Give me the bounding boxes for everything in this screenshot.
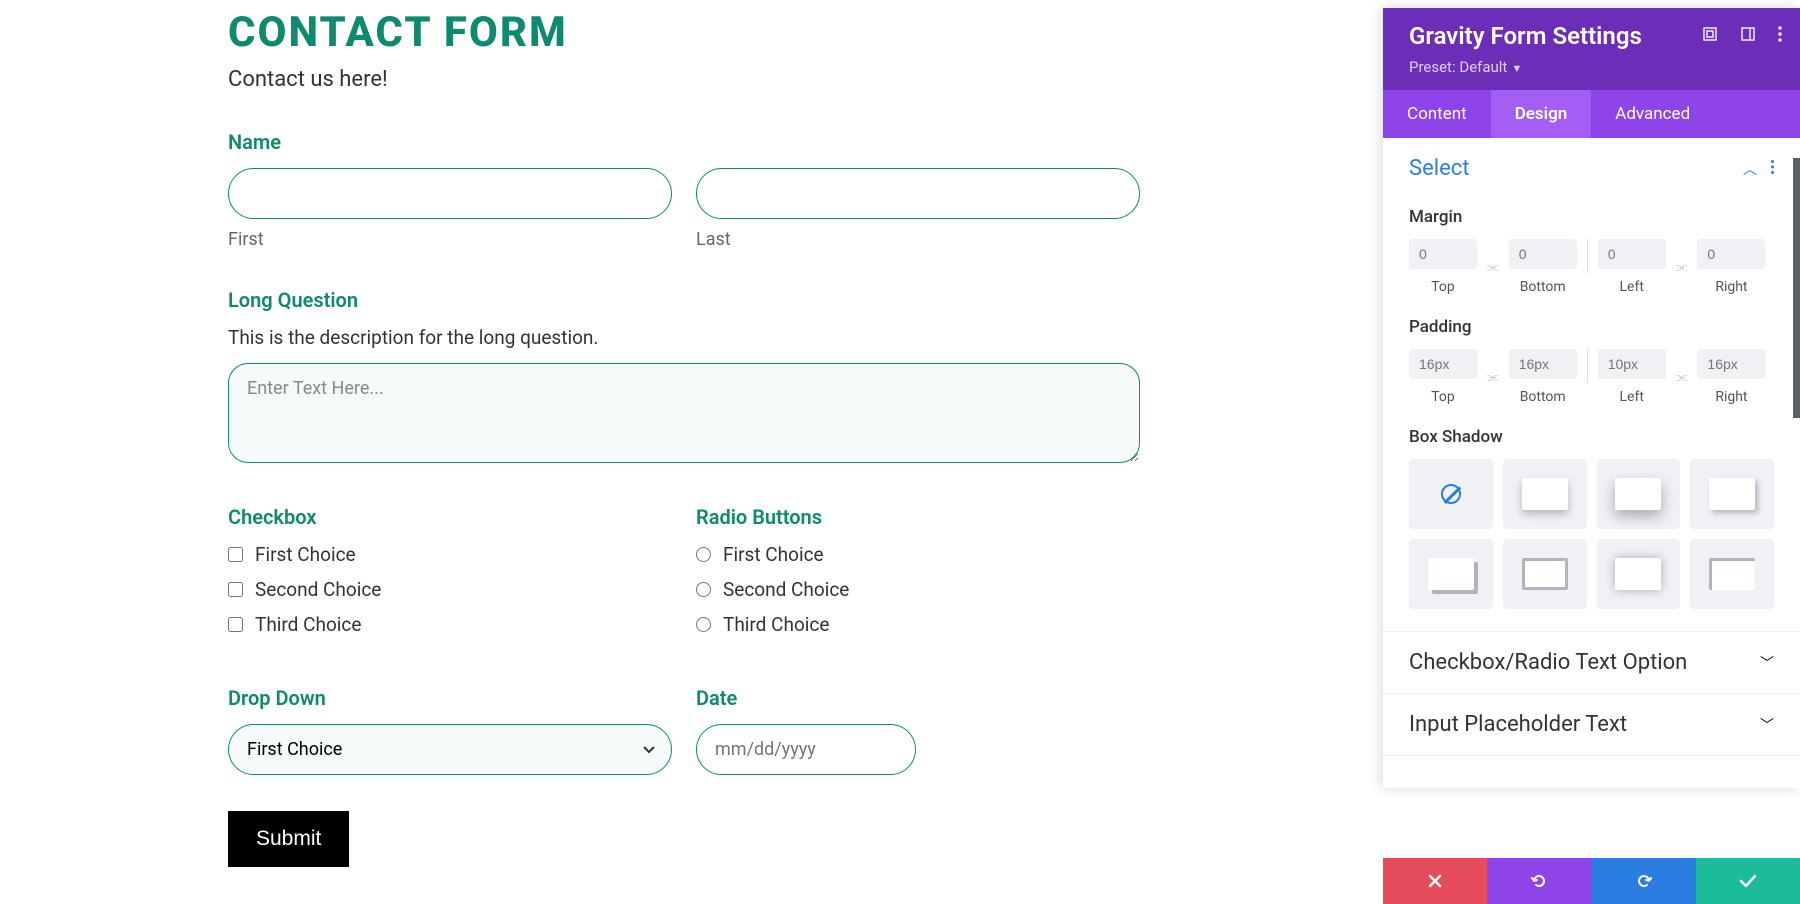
long-question-field: Long Question This is the description fo… xyxy=(228,288,1140,467)
chevron-up-icon: ︿ xyxy=(1743,159,1757,179)
long-question-textarea[interactable] xyxy=(228,363,1140,463)
link-icon[interactable]: ⫘ xyxy=(1483,260,1503,275)
action-bar xyxy=(1383,858,1800,904)
checkbox-opt-3-label: Third Choice xyxy=(255,613,361,636)
shadow-opt-5[interactable] xyxy=(1503,539,1587,609)
panel-body: Select ︿ Margin Top ⫘ Bottom Left xyxy=(1383,138,1800,788)
radio-opt-3[interactable] xyxy=(696,617,711,632)
tab-content[interactable]: Content xyxy=(1383,90,1491,138)
checkbox-opt-2[interactable] xyxy=(228,582,243,597)
box-shadow-label: Box Shadow xyxy=(1409,427,1774,447)
link-icon[interactable]: ⫘ xyxy=(1672,260,1692,275)
shadow-opt-4[interactable] xyxy=(1409,539,1493,609)
first-name-input[interactable] xyxy=(228,168,672,219)
margin-top-input[interactable] xyxy=(1409,239,1477,269)
undo-button[interactable] xyxy=(1487,858,1591,904)
section-select-header[interactable]: Select ︿ xyxy=(1383,138,1800,199)
shadow-none[interactable] xyxy=(1409,459,1493,529)
date-field: Date xyxy=(696,686,1140,775)
radio-field: Radio Buttons First Choice Second Choice… xyxy=(696,505,1140,648)
settings-panel: Gravity Form Settings Preset: Default▼ C… xyxy=(1383,8,1800,788)
padding-right-input[interactable] xyxy=(1697,349,1765,379)
dropdown-label: Drop Down xyxy=(228,686,672,710)
radio-opt-3-label: Third Choice xyxy=(723,613,829,636)
radio-label: Radio Buttons xyxy=(696,505,1140,529)
shadow-opt-1[interactable] xyxy=(1503,459,1587,529)
long-question-desc: This is the description for the long que… xyxy=(228,326,1140,349)
more-icon[interactable] xyxy=(1778,26,1782,46)
margin-bottom-input[interactable] xyxy=(1509,239,1577,269)
form-subtitle: Contact us here! xyxy=(228,67,1140,92)
dropdown-select[interactable]: First Choice xyxy=(228,724,672,775)
margin-left-input[interactable] xyxy=(1598,239,1666,269)
panel-header: Gravity Form Settings Preset: Default▼ xyxy=(1383,8,1800,90)
name-label: Name xyxy=(228,130,1140,154)
checkbox-opt-1[interactable] xyxy=(228,547,243,562)
shadow-opt-2[interactable] xyxy=(1597,459,1681,529)
margin-controls: Top ⫘ Bottom Left ⫘ Right xyxy=(1409,239,1774,295)
padding-controls: Top ⫘ Bottom Left ⫘ Right xyxy=(1409,349,1774,405)
radio-opt-1-label: First Choice xyxy=(723,543,824,566)
checkbox-opt-1-label: First Choice xyxy=(255,543,356,566)
first-sub-label: First xyxy=(228,229,672,250)
section-placeholder-title: Input Placeholder Text xyxy=(1409,712,1627,737)
padding-top-input[interactable] xyxy=(1409,349,1477,379)
section-checkbox-radio-header[interactable]: Checkbox/Radio Text Option ﹀ xyxy=(1383,632,1800,693)
section-placeholder-header[interactable]: Input Placeholder Text ﹀ xyxy=(1383,694,1800,755)
margin-label: Margin xyxy=(1409,207,1774,227)
scrollbar-thumb[interactable] xyxy=(1793,158,1800,418)
padding-left-input[interactable] xyxy=(1598,349,1666,379)
date-input[interactable] xyxy=(696,724,916,775)
last-name-input[interactable] xyxy=(696,168,1140,219)
margin-right-input[interactable] xyxy=(1697,239,1765,269)
box-shadow-grid xyxy=(1409,459,1774,609)
tab-design[interactable]: Design xyxy=(1491,90,1592,138)
padding-bottom-input[interactable] xyxy=(1509,349,1577,379)
shadow-opt-6[interactable] xyxy=(1597,539,1681,609)
checkbox-opt-3[interactable] xyxy=(228,617,243,632)
padding-label: Padding xyxy=(1409,317,1774,337)
tab-advanced[interactable]: Advanced xyxy=(1591,90,1714,138)
radio-opt-2-label: Second Choice xyxy=(723,578,849,601)
link-icon[interactable]: ⫘ xyxy=(1483,370,1503,385)
preset-selector[interactable]: Preset: Default▼ xyxy=(1409,58,1782,76)
section-more-icon[interactable] xyxy=(1771,159,1774,179)
chevron-down-icon: ﹀ xyxy=(1760,715,1774,735)
date-label: Date xyxy=(696,686,1140,710)
panel-title: Gravity Form Settings xyxy=(1409,22,1642,50)
expand-icon[interactable] xyxy=(1702,26,1718,46)
long-question-label: Long Question xyxy=(228,288,1140,312)
last-sub-label: Last xyxy=(696,229,1140,250)
radio-opt-2[interactable] xyxy=(696,582,711,597)
cancel-button[interactable] xyxy=(1383,858,1487,904)
shadow-opt-3[interactable] xyxy=(1690,459,1774,529)
sidebar-icon[interactable] xyxy=(1740,26,1756,46)
form-title: CONTACT FORM xyxy=(228,8,1140,57)
redo-button[interactable] xyxy=(1592,858,1696,904)
radio-opt-1[interactable] xyxy=(696,547,711,562)
checkbox-field: Checkbox First Choice Second Choice Thir… xyxy=(228,505,672,648)
checkbox-label: Checkbox xyxy=(228,505,672,529)
checkbox-opt-2-label: Second Choice xyxy=(255,578,381,601)
panel-tabs: Content Design Advanced xyxy=(1383,90,1800,138)
shadow-opt-7[interactable] xyxy=(1690,539,1774,609)
dropdown-field: Drop Down First Choice xyxy=(228,686,672,775)
link-icon[interactable]: ⫘ xyxy=(1672,370,1692,385)
submit-button[interactable]: Submit xyxy=(228,811,349,867)
save-button[interactable] xyxy=(1696,858,1800,904)
chevron-down-icon: ﹀ xyxy=(1760,653,1774,673)
section-select-title: Select xyxy=(1409,156,1469,181)
name-field: Name First Last xyxy=(228,130,1140,250)
section-checkbox-radio-title: Checkbox/Radio Text Option xyxy=(1409,650,1687,675)
